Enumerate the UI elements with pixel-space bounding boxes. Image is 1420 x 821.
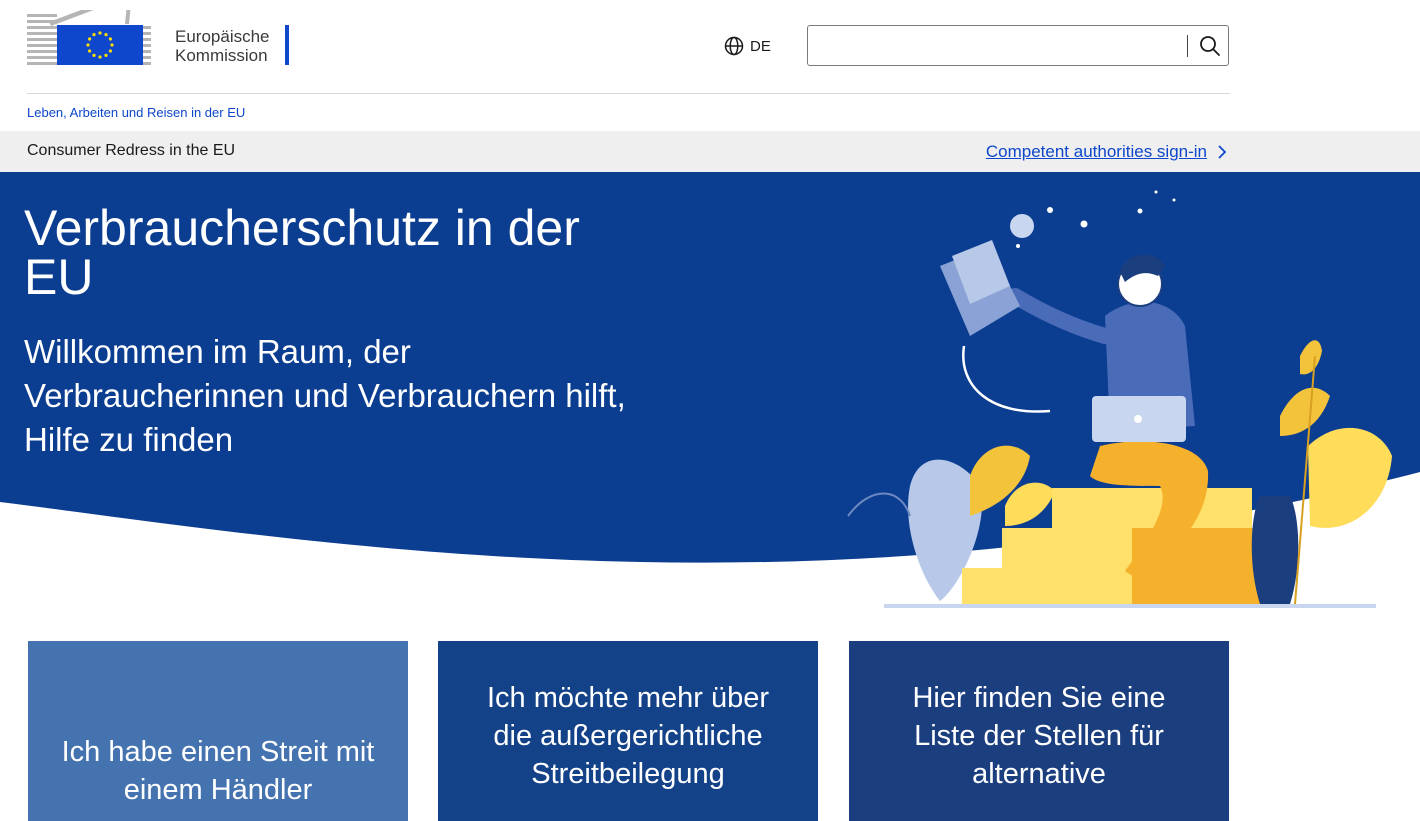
site-title: Consumer Redress in the EU <box>27 142 236 159</box>
hero-subtitle: Willkommen im Raum, der Verbraucherinnen… <box>24 333 626 458</box>
signin-link[interactable]: Competent authorities sign-in <box>986 142 1227 162</box>
search-divider <box>1187 35 1188 57</box>
logo-accent-bar <box>285 25 289 65</box>
card-label: Ich möchte mehr über die außergerichtlic… <box>486 682 770 790</box>
site-name-bar: Consumer Redress in the EU Competent aut… <box>0 131 1420 172</box>
search-icon <box>1200 36 1220 56</box>
ec-logo[interactable]: Europäische Kommission <box>27 0 297 70</box>
search-input[interactable] <box>808 26 1202 65</box>
search-box <box>807 25 1229 66</box>
card-dispute-with-trader[interactable]: Ich habe einen Streit mit einem Händler <box>28 641 408 821</box>
card-learn-adr[interactable]: Ich möchte mehr über die außergerichtlic… <box>438 641 818 821</box>
globe-icon <box>724 36 744 56</box>
signin-link-label: Competent authorities sign-in <box>985 142 1207 161</box>
language-code: DE <box>750 37 771 55</box>
logo-text: Europäische Kommission <box>175 27 270 65</box>
header-divider <box>27 93 1230 94</box>
card-adr-bodies-list[interactable]: Hier finden Sie eine Liste der Stellen f… <box>849 641 1229 821</box>
eu-flag-icon <box>57 25 143 65</box>
hero-title: Verbraucherschutz in der EU <box>24 200 580 305</box>
chevron-right-icon <box>1218 145 1227 159</box>
hero-banner: Verbraucherschutz in der EU Willkommen i… <box>0 172 1420 612</box>
search-button[interactable] <box>1194 30 1226 62</box>
language-selector[interactable]: DE <box>724 35 771 57</box>
card-label: Hier finden Sie eine Liste der Stellen f… <box>912 682 1166 790</box>
hero-illustration <box>847 190 1392 608</box>
site-breadcrumb-link[interactable]: Leben, Arbeiten und Reisen in der EU <box>27 105 245 120</box>
card-label: Ich habe einen Streit mit einem Händler <box>61 736 375 806</box>
